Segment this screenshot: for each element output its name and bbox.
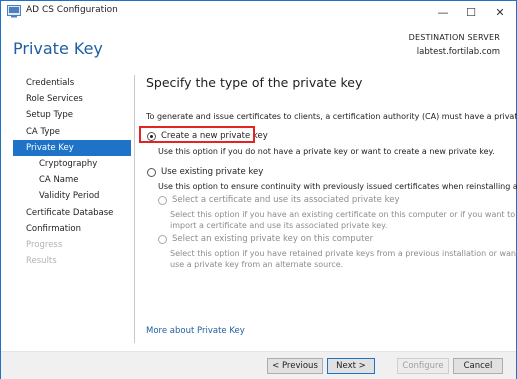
intro-text: To generate and issue certificates to cl… (146, 112, 517, 121)
page-title: Private Key (13, 39, 103, 58)
minimize-button[interactable]: — (429, 1, 457, 23)
nav-divider (134, 75, 135, 343)
radio-button-disabled (158, 195, 167, 205)
cancel-button[interactable]: Cancel (453, 358, 503, 374)
use-existing-description: Use this option to ensure continuity wit… (158, 182, 517, 191)
configure-button: Configure (397, 358, 449, 374)
nav-item-ca-type[interactable]: CA Type (13, 124, 131, 140)
nav-item-progress: Progress (26, 239, 63, 250)
radio-button-unchecked[interactable] (147, 167, 156, 177)
more-about-private-key-link[interactable]: More about Private Key (146, 326, 245, 336)
server-manager-icon (7, 5, 21, 18)
nav-item-validity-period[interactable]: Validity Period (13, 188, 131, 204)
next-button[interactable]: Next > (327, 358, 375, 374)
destination-server-label: DESTINATION SERVER (408, 33, 500, 42)
select-certificate-description-line1: Select this option if you have an existi… (170, 210, 516, 219)
nav-item-results: Results (26, 256, 57, 267)
wizard-nav: Credentials Role Services Setup Type CA … (13, 75, 131, 269)
section-heading: Specify the type of the private key (146, 75, 363, 90)
radio-label-use-existing[interactable]: Use existing private key (161, 167, 263, 177)
previous-button[interactable]: < Previous (267, 358, 323, 374)
destination-server-value: labtest.fortilab.com (416, 47, 500, 57)
nav-item-private-key[interactable]: Private Key (13, 139, 131, 156)
nav-item-cryptography[interactable]: Cryptography (13, 156, 131, 172)
nav-item-certificate-database[interactable]: Certificate Database (13, 205, 131, 221)
create-new-description: Use this option if you do not have a pri… (158, 147, 495, 156)
title-bar: AD CS Configuration — ☐ ✕ (1, 1, 516, 23)
main-content: Specify the type of the private key To g… (146, 75, 517, 269)
maximize-button[interactable]: ☐ (457, 1, 485, 23)
radio-select-existing-key: Select an existing private key on this c… (158, 234, 373, 244)
radio-button-disabled (158, 234, 167, 244)
highlight-annotation-box (139, 126, 255, 143)
radio-use-existing-private-key[interactable]: Use existing private key (147, 167, 263, 177)
radio-label-select-certificate: Select a certificate and use its associa… (172, 195, 400, 205)
nav-item-confirmation[interactable]: Confirmation (13, 221, 131, 237)
nav-item-credentials[interactable]: Credentials (13, 75, 131, 91)
close-button[interactable]: ✕ (486, 1, 514, 23)
nav-item-role-services[interactable]: Role Services (13, 91, 131, 107)
select-existing-key-description-line1: Select this option if you have retained … (170, 249, 517, 258)
select-certificate-description-line2: import a certificate and use its associa… (170, 221, 388, 230)
ad-cs-configuration-window: AD CS Configuration — ☐ ✕ Private Key DE… (0, 0, 517, 379)
nav-item-setup-type[interactable]: Setup Type (13, 107, 131, 123)
select-existing-key-description-line2: use a private key from an alternate sour… (170, 260, 344, 269)
nav-item-ca-name[interactable]: CA Name (13, 172, 131, 188)
radio-label-select-existing-key: Select an existing private key on this c… (172, 234, 374, 244)
radio-select-certificate: Select a certificate and use its associa… (158, 195, 400, 205)
window-title: AD CS Configuration (26, 5, 118, 15)
